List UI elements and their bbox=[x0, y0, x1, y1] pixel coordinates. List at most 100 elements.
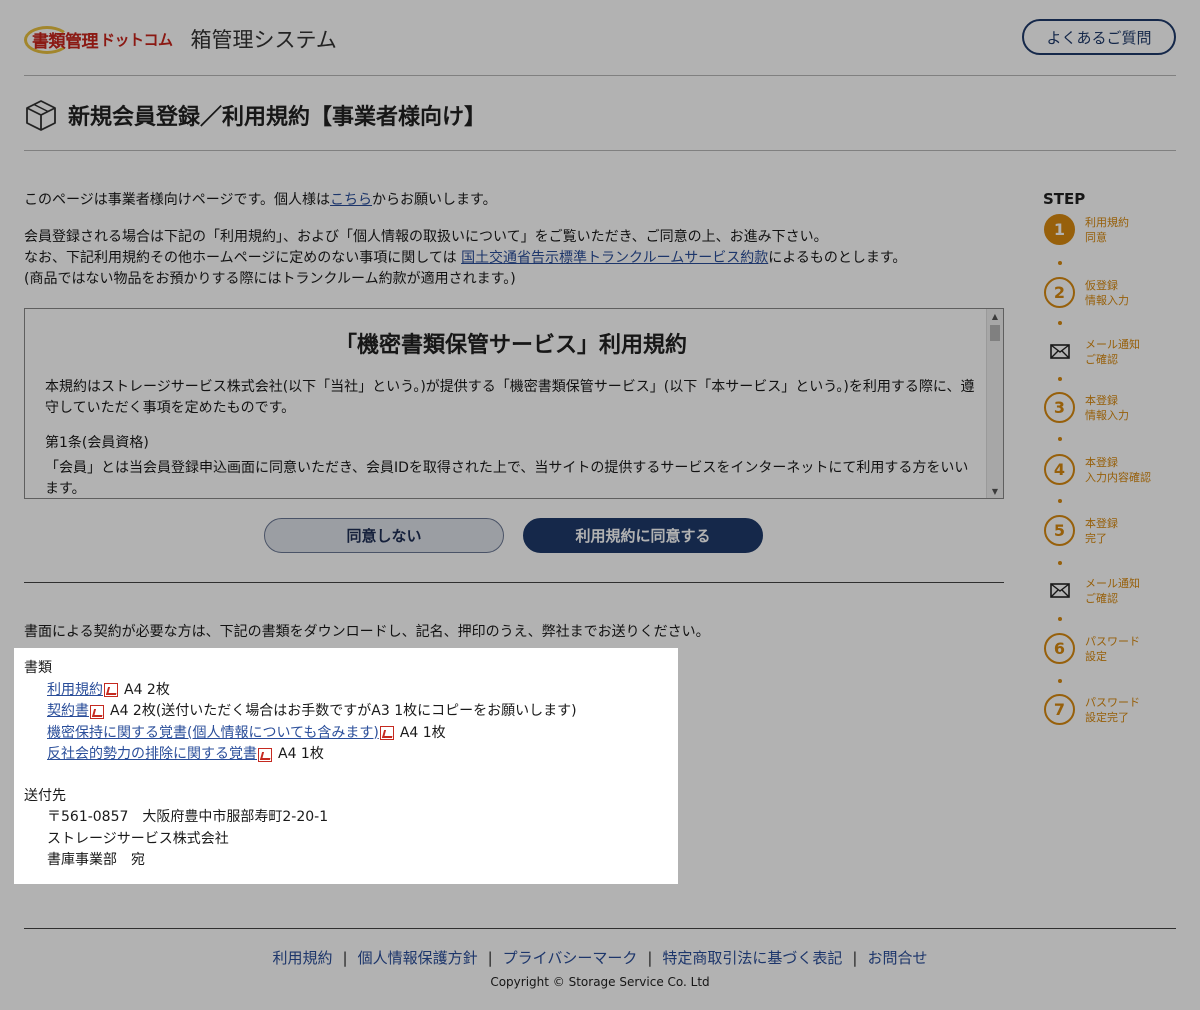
footer-separator: | bbox=[852, 949, 858, 967]
footer-link-privacy-mark[interactable]: プライバシーマーク bbox=[503, 949, 638, 967]
terms-title: 「機密書類保管サービス」利用規約 bbox=[334, 333, 687, 358]
step-connector-dot bbox=[1058, 321, 1062, 325]
step-number: 6 bbox=[1044, 633, 1075, 664]
step-label: 本登録 完了 bbox=[1085, 516, 1165, 546]
dim-overlay-left bbox=[0, 648, 14, 884]
step-label-line: 本登録 bbox=[1085, 516, 1118, 530]
step-connector-dot bbox=[1058, 437, 1062, 441]
terms-scrollbar[interactable]: ▲ ▼ bbox=[986, 309, 1003, 498]
individual-page-link[interactable]: こちら bbox=[330, 192, 372, 208]
document-link-contract[interactable]: 契約書 bbox=[47, 701, 89, 723]
step-label-line: メール通知 bbox=[1085, 576, 1140, 590]
page-title-row: 新規会員登録／利用規約【事業者様向け】 bbox=[24, 96, 486, 134]
agree-button[interactable]: 利用規約に同意する bbox=[523, 518, 763, 553]
footer-link-privacy-policy[interactable]: 個人情報保護方針 bbox=[358, 949, 478, 967]
terms-article-title: 第1条(会員資格) bbox=[45, 435, 149, 451]
pdf-icon[interactable] bbox=[104, 683, 118, 698]
step-connector-dot bbox=[1058, 377, 1062, 381]
step-number: 4 bbox=[1044, 454, 1075, 485]
step-label-line: 本登録 bbox=[1085, 455, 1118, 469]
footer-link-terms[interactable]: 利用規約 bbox=[272, 949, 332, 967]
terms-scroll-box[interactable]: 「機密書類保管サービス」利用規約 本規約はストレージサービス株式会社(以下「当社… bbox=[24, 308, 1004, 499]
trunk-room-terms-link[interactable]: 国土交通省告示標準トランクルームサービス約款 bbox=[461, 250, 768, 266]
footer-link-contact[interactable]: お問合せ bbox=[867, 949, 927, 967]
footer-links: 利用規約 | 個人情報保護方針 | プライバシーマーク | 特定商取引法に基づく表記 | お問合… bbox=[0, 947, 1200, 968]
step-label: パスワード 設定 bbox=[1085, 634, 1165, 664]
step-number: 3 bbox=[1044, 392, 1075, 423]
document-note: A4 2枚(送付いただく場合はお手数ですがA3 1枚にコピーをお願いします) bbox=[110, 703, 577, 719]
step-label: 利用規約 同意 bbox=[1085, 215, 1165, 245]
step-item: メール通知 ご確認 bbox=[1044, 575, 1165, 606]
step-label-line: パスワード bbox=[1085, 695, 1140, 709]
intro-line-1: このページは事業者様向けページです。個人様はこちらからお願いします。 bbox=[24, 190, 984, 211]
intro-line-3: なお、下記利用規約その他ホームページに定めのない事項に関しては 国土交通省告示標… bbox=[24, 248, 984, 269]
address-line: ストレージサービス株式会社 bbox=[47, 830, 229, 847]
footer-link-commerce-law[interactable]: 特定商取引法に基づく表記 bbox=[662, 949, 842, 967]
footer-divider bbox=[24, 928, 1176, 929]
copyright: Copyright © Storage Service Co. Ltd bbox=[490, 975, 710, 989]
step-item: 3 本登録 情報入力 bbox=[1044, 392, 1165, 423]
site-logo[interactable]: 書類管理 ドットコム 箱管理システム bbox=[24, 22, 337, 56]
address-line: 書庫事業部 宛 bbox=[47, 852, 145, 868]
document-link-nda[interactable]: 機密保持に関する覚書(個人情報についても含みます) bbox=[47, 723, 379, 745]
mail-icon bbox=[1044, 575, 1075, 606]
disagree-button[interactable]: 同意しない bbox=[264, 518, 504, 553]
step-connector-dot bbox=[1058, 617, 1062, 621]
faq-button[interactable]: よくあるご質問 bbox=[1022, 19, 1176, 55]
step-item: 1 利用規約 同意 bbox=[1044, 214, 1165, 245]
step-label: 仮登録 情報入力 bbox=[1085, 278, 1165, 308]
step-label: 本登録 入力内容確認 bbox=[1085, 455, 1165, 485]
step-connector-dot bbox=[1058, 261, 1062, 265]
footer-separator: | bbox=[647, 949, 653, 967]
step-item: メール通知 ご確認 bbox=[1044, 336, 1165, 367]
step-label-line: 入力内容確認 bbox=[1085, 470, 1151, 484]
step-connector-dot bbox=[1058, 679, 1062, 683]
paper-contract-note: 書面による契約が必要な方は、下記の書類をダウンロードし、記名、押印のうえ、弊社ま… bbox=[24, 624, 710, 640]
step-label-line: ご確認 bbox=[1085, 591, 1118, 605]
footer-separator: | bbox=[487, 949, 493, 967]
step-label: パスワード 設定完了 bbox=[1085, 695, 1165, 725]
step-label-line: 利用規約 bbox=[1085, 215, 1129, 229]
footer-separator: | bbox=[342, 949, 348, 967]
step-connector-dot bbox=[1058, 499, 1062, 503]
document-link-antisocial[interactable]: 反社会的勢力の排除に関する覚書 bbox=[47, 744, 257, 766]
step-label-line: 仮登録 bbox=[1085, 278, 1118, 292]
step-label: メール通知 ご確認 bbox=[1085, 337, 1165, 367]
step-label-line: メール通知 bbox=[1085, 337, 1140, 351]
logo-mark: 書類管理 ドットコム bbox=[24, 24, 181, 54]
step-number: 5 bbox=[1044, 515, 1075, 546]
intro-line-4: (商品ではない物品をお預かりする際にはトランクルーム約款が適用されます。) bbox=[24, 271, 516, 287]
pdf-icon[interactable] bbox=[379, 726, 394, 741]
document-link-terms[interactable]: 利用規約 bbox=[47, 680, 103, 702]
logo-text-main: 書類管理 bbox=[32, 31, 99, 52]
documents-heading: 書類 bbox=[24, 660, 52, 676]
intro-line-3-tail: によるものとします。 bbox=[768, 250, 907, 266]
documents-panel: 書類 利用規約 A4 2枚 契約書 A4 2枚(送付いただく場合はお手数ですがA3 … bbox=[14, 648, 678, 884]
step-label: メール通知 ご確認 bbox=[1085, 576, 1165, 606]
pdf-icon[interactable] bbox=[258, 747, 272, 762]
step-label-line: パスワード bbox=[1085, 634, 1140, 648]
step-heading: STEP bbox=[1043, 190, 1086, 208]
terms-paragraph: 本規約はストレージサービス株式会社(以下「当社」という。)が提供する「機密書類保… bbox=[45, 379, 975, 416]
step-item: 7 パスワード 設定完了 bbox=[1044, 694, 1165, 725]
scroll-up-arrow-icon[interactable]: ▲ bbox=[987, 309, 1003, 323]
intro-line-3-text: なお、下記利用規約その他ホームページに定めのない事項に関しては bbox=[24, 250, 462, 266]
step-label-line: ご確認 bbox=[1085, 352, 1118, 366]
address-heading: 送付先 bbox=[24, 787, 66, 804]
terms-article-body: 「会員」とは当会員登録申込画面に同意いただき、会員IDを取得された上で、当サイト… bbox=[45, 460, 969, 497]
step-label-line: 同意 bbox=[1085, 230, 1107, 244]
scroll-thumb[interactable] bbox=[990, 325, 1000, 341]
step-item: 5 本登録 完了 bbox=[1044, 515, 1165, 546]
step-number: 7 bbox=[1044, 694, 1075, 725]
pdf-icon[interactable] bbox=[90, 704, 104, 719]
step-connector-dot bbox=[1058, 561, 1062, 565]
terms-body: 本規約はストレージサービス株式会社(以下「当社」という。)が提供する「機密書類保… bbox=[45, 377, 977, 498]
page-title: 新規会員登録／利用規約【事業者様向け】 bbox=[68, 105, 487, 130]
intro-line-2: 会員登録される場合は下記の「利用規約」、および「個人情報の取扱いについて」をご覧… bbox=[24, 229, 828, 245]
step-label-line: 情報入力 bbox=[1085, 408, 1129, 422]
title-divider bbox=[24, 150, 1176, 151]
scroll-down-arrow-icon[interactable]: ▼ bbox=[987, 484, 1003, 498]
header-divider bbox=[24, 75, 1176, 76]
page: 書類管理 ドットコム 箱管理システム よくあるご質問 新規会員登録／利用規約【事… bbox=[0, 0, 1200, 1010]
